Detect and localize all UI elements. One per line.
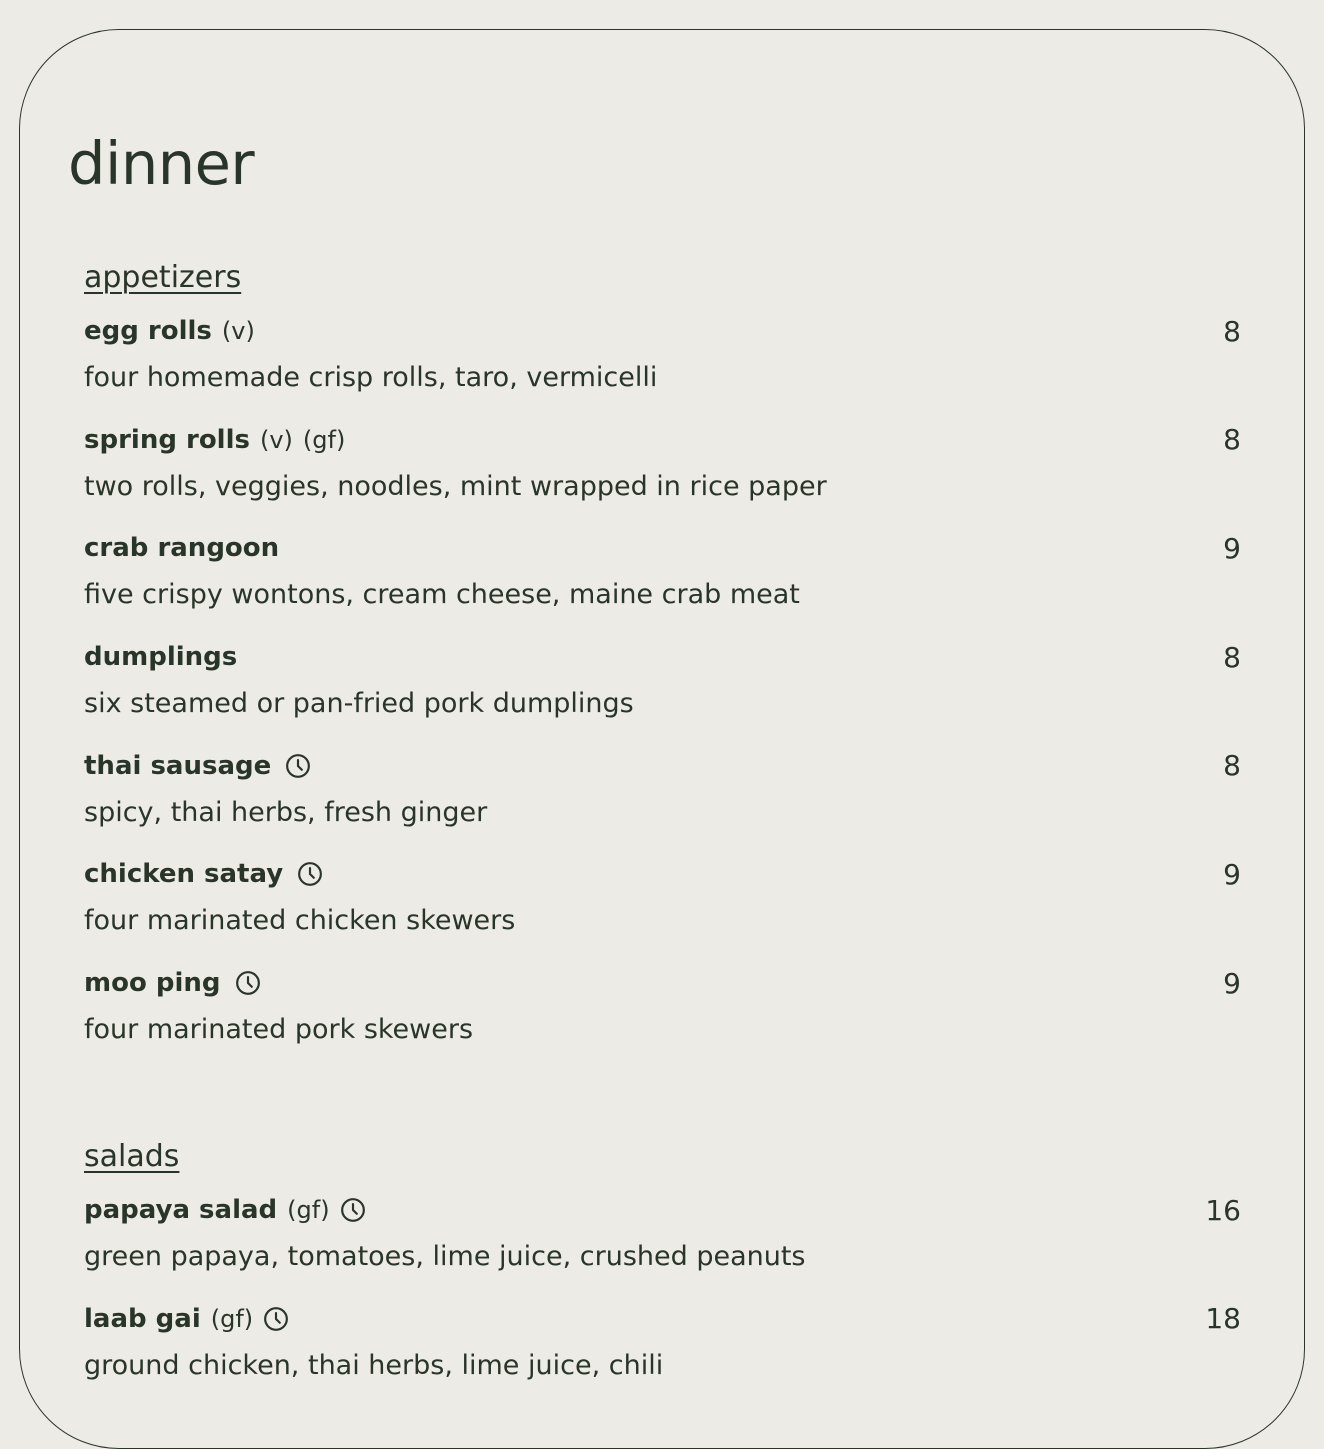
item-description: spicy, thai herbs, fresh ginger	[84, 796, 488, 828]
menu-item: dumplings 8 six steamed or pan-fried pork …	[84, 624, 1241, 733]
menu-item-header: chicken satay 9	[84, 855, 1241, 893]
item-description: five crispy wontons, cream cheese, maine…	[84, 579, 800, 611]
item-description: six steamed or pan-fried pork dumplings	[84, 688, 634, 720]
item-name: papaya salad	[84, 1195, 278, 1225]
menu-item-header: crab rangoon 9	[84, 529, 1241, 567]
page-title: dinner	[68, 129, 255, 198]
item-name: chicken satay	[84, 859, 284, 890]
menu-item: papaya salad (gf) 16 green papaya, tomatoes…	[84, 1177, 1241, 1286]
item-name: egg rolls	[84, 316, 212, 346]
section-heading-appetizers: appetizers	[84, 260, 242, 295]
section-heading-salads: salads	[84, 1139, 180, 1174]
section-appetizers: appetizers egg rolls (v) 8 four homemade cr…	[84, 258, 1241, 1059]
clock-icon	[235, 971, 260, 996]
item-price: 9	[1223, 531, 1241, 565]
menu-item-header: papaya salad (gf) 16	[84, 1191, 1241, 1229]
item-description: four marinated chicken skewers	[84, 905, 516, 937]
clock-icon	[264, 1306, 289, 1331]
item-price: 9	[1223, 857, 1241, 891]
item-price: 18	[1205, 1302, 1241, 1336]
menu-item-header: laab gai (gf) 18	[84, 1300, 1241, 1338]
menu-item: egg rolls (v) 8 four homemade crisp rolls, …	[84, 298, 1241, 407]
item-price: 9	[1223, 966, 1241, 1000]
item-price: 8	[1223, 749, 1241, 783]
dietary-tag: (gf)	[287, 1196, 330, 1224]
item-price: 8	[1223, 640, 1241, 674]
menu-item-header: thai sausage 8	[84, 747, 1241, 785]
item-description: ground chicken, thai herbs, lime juice, …	[84, 1349, 664, 1381]
menu-item: spring rolls (v) (gf) 8 two rolls, veggies, …	[84, 407, 1241, 516]
menu-item-header: moo ping 9	[84, 964, 1241, 1002]
item-price: 16	[1205, 1193, 1241, 1227]
item-name: thai sausage	[84, 750, 272, 781]
menu-item: moo ping 9 four marinated pork skewers	[84, 950, 1241, 1059]
item-price: 8	[1223, 423, 1241, 457]
item-description: two rolls, veggies, noodles, mint wrappe…	[84, 470, 827, 502]
item-description: four marinated pork skewers	[84, 1014, 474, 1046]
clock-icon	[286, 753, 311, 778]
clock-icon	[340, 1198, 365, 1222]
menu-item: chicken satay 9 four marinated chicken ske…	[84, 841, 1241, 950]
item-name: moo ping	[84, 968, 221, 999]
item-description: four homemade crisp rolls, taro, vermice…	[84, 362, 658, 393]
item-name: laab gai	[84, 1303, 201, 1334]
clock-icon	[298, 862, 323, 887]
item-name: dumplings	[84, 642, 238, 673]
section-salads: salads papaya salad (gf) 16 green papaya, t…	[84, 1137, 1241, 1394]
item-name: spring rolls	[84, 424, 250, 455]
item-description: green papaya, tomatoes, lime juice, crus…	[84, 1241, 806, 1272]
dietary-tag: (gf)	[210, 1304, 254, 1333]
item-name: crab rangoon	[84, 533, 280, 564]
dietary-tag: (gf)	[302, 425, 346, 454]
dietary-tag: (v)	[221, 317, 255, 345]
menu-item-header: dumplings 8	[84, 638, 1241, 676]
menu-item-header: egg rolls (v) 8	[84, 312, 1241, 350]
menu-item: thai sausage 8 spicy, thai herbs, fresh gi…	[84, 733, 1241, 842]
menu-item: laab gai (gf) 18 ground chicken, thai herbs…	[84, 1286, 1241, 1395]
menu-item-header: spring rolls (v) (gf) 8	[84, 421, 1241, 459]
menu-item: crab rangoon 9 five crispy wontons, cream …	[84, 515, 1241, 624]
dietary-tag: (v)	[259, 425, 293, 454]
item-price: 8	[1223, 314, 1241, 348]
